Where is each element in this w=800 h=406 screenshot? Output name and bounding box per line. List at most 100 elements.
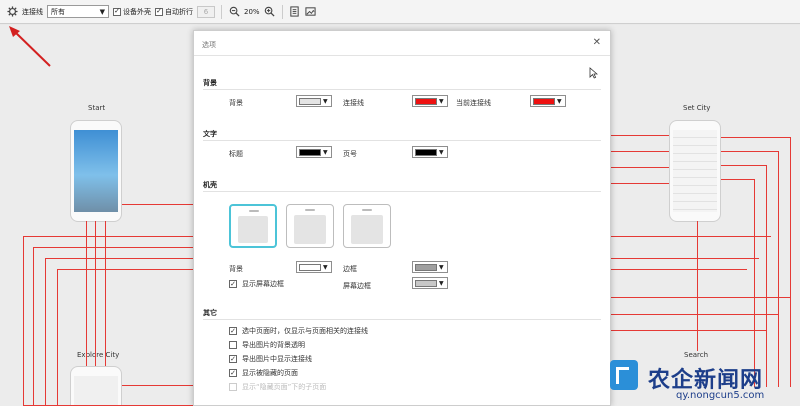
link-filter-label: 连接线 [22, 7, 43, 16]
screen-preview [74, 130, 118, 212]
connection-line [45, 258, 46, 406]
toolbar-divider [221, 4, 222, 19]
chevron-down-icon: ▼ [99, 7, 105, 16]
site-logo-icon [610, 360, 638, 390]
options-dialog: 选项 ✕ 背景 背景 ▼ 连接线 ▼ 当前连接线 ▼ 文字 标题 ▼ 页号 ▼ … [193, 30, 611, 406]
dialog-title: 选项 [202, 41, 216, 49]
title-color-label: 标题 [229, 150, 243, 158]
link-filter-select[interactable]: 所有 ▼ [47, 5, 109, 18]
show-screen-border-label: 显示屏幕边框 [242, 280, 284, 288]
option-checkbox[interactable]: ✓ [229, 369, 237, 377]
connection-line [611, 167, 669, 168]
connection-line [611, 135, 669, 136]
zoom-level: 20% [244, 7, 260, 16]
option-checkbox [229, 383, 237, 391]
connection-line [721, 151, 779, 152]
title-color-picker[interactable]: ▼ [296, 146, 332, 158]
device-shell-label: 设备外壳 [123, 7, 151, 16]
device-shell-toggle[interactable]: ✓ 设备外壳 [113, 7, 151, 17]
section-heading-other: 其它 [203, 309, 217, 317]
option-row[interactable]: ✓ 选中页面时，仅显示与页面相关的连接线 [229, 326, 368, 336]
connection-line [790, 137, 791, 387]
chevron-down-icon: ▼ [439, 279, 444, 287]
connection-line [697, 221, 698, 351]
screen-label-set-city: Set City [683, 104, 711, 112]
section-heading-text: 文字 [203, 130, 217, 138]
device-screen [238, 216, 268, 243]
connection-line [23, 236, 193, 237]
connection-line [23, 236, 24, 406]
connection-line [122, 385, 193, 386]
color-chip [415, 279, 437, 287]
option-row-disabled: 显示“隐藏页面”下的子页面 [229, 382, 326, 392]
screen-label-explore-city: Explore City [77, 351, 120, 359]
device-frame-option[interactable] [229, 204, 277, 248]
color-chip [299, 263, 321, 271]
connection-line [721, 137, 791, 138]
speaker-icon [362, 209, 372, 211]
color-chip [533, 97, 555, 105]
connection-line [122, 204, 193, 205]
zoom-out-icon[interactable] [228, 6, 240, 18]
device-border-color-picker[interactable]: ▼ [412, 261, 448, 273]
color-chip [299, 97, 321, 105]
connection-line [611, 236, 771, 237]
link-color-picker[interactable]: ▼ [412, 95, 448, 107]
link-filter-value: 所有 [51, 7, 65, 16]
section-divider [203, 319, 601, 320]
screen-thumbnail-set-city[interactable] [669, 120, 721, 222]
zoom-in-icon[interactable] [264, 6, 276, 18]
device-screen [294, 215, 326, 244]
show-screen-border-checkbox[interactable]: ✓ [229, 280, 237, 288]
screen-preview [673, 130, 717, 212]
auto-wrap-toggle[interactable]: ✓ 自动折行 [155, 7, 193, 17]
site-watermark: 农企新闻网 qy.nongcun5.com [600, 352, 800, 406]
image-export-icon[interactable] [305, 6, 317, 18]
connection-line [611, 330, 767, 331]
section-heading-device: 机壳 [203, 181, 217, 189]
current-link-color-picker[interactable]: ▼ [530, 95, 566, 107]
connection-line [611, 258, 759, 259]
device-bg-color-picker[interactable]: ▼ [296, 261, 332, 273]
export-icon[interactable] [289, 6, 301, 18]
screen-border-color-picker[interactable]: ▼ [412, 277, 448, 289]
device-frame-option[interactable] [343, 204, 391, 248]
auto-wrap-checkbox[interactable]: ✓ [155, 7, 163, 16]
bg-color-label: 背景 [229, 99, 243, 107]
device-shell-checkbox[interactable]: ✓ [113, 7, 121, 16]
chevron-down-icon: ▼ [439, 148, 444, 156]
bg-color-picker[interactable]: ▼ [296, 95, 332, 107]
screen-preview [74, 376, 118, 406]
option-checkbox[interactable]: ✓ [229, 355, 237, 363]
show-screen-border-option[interactable]: ✓ 显示屏幕边框 [229, 279, 284, 289]
option-row[interactable]: 导出图片的背景透明 [229, 340, 305, 350]
screen-border-label: 屏幕边框 [343, 282, 371, 290]
device-border-label: 边框 [343, 265, 357, 273]
option-checkbox[interactable]: ✓ [229, 327, 237, 335]
red-arrow-annotation [9, 26, 51, 67]
close-icon[interactable]: ✕ [593, 37, 601, 48]
mouse-cursor-icon [589, 67, 599, 81]
auto-wrap-count-input[interactable]: 6 [197, 5, 215, 18]
option-label: 显示被隐藏的页面 [242, 369, 298, 377]
section-heading-background: 背景 [203, 79, 217, 87]
connection-line [721, 165, 767, 166]
device-screen [351, 215, 383, 244]
option-label: 导出图片的背景透明 [242, 341, 305, 349]
connection-line [95, 221, 96, 366]
page-number-color-picker[interactable]: ▼ [412, 146, 448, 158]
auto-wrap-label: 自动折行 [165, 7, 193, 16]
connection-line [57, 269, 193, 270]
connection-line [611, 314, 779, 315]
option-row[interactable]: ✓ 显示被隐藏的页面 [229, 368, 298, 378]
screen-thumbnail-start[interactable] [70, 120, 122, 222]
gear-icon[interactable] [6, 6, 18, 18]
screen-thumbnail-explore-city[interactable] [70, 366, 122, 406]
connection-line [105, 221, 106, 366]
device-frame-option[interactable] [286, 204, 334, 248]
option-checkbox[interactable] [229, 341, 237, 349]
color-chip [415, 148, 437, 156]
chevron-down-icon: ▼ [323, 148, 328, 156]
chevron-down-icon: ▼ [323, 97, 328, 105]
option-row[interactable]: ✓ 导出图片中显示连接线 [229, 354, 312, 364]
